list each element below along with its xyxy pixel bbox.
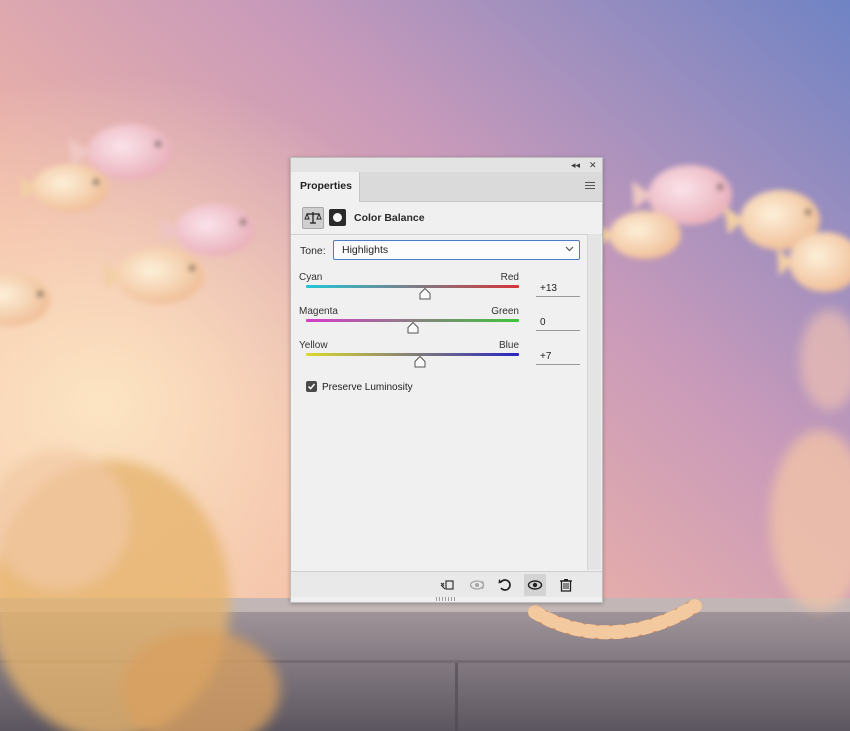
preserve-luminosity-label[interactable]: Preserve Luminosity	[322, 382, 413, 393]
panel-titlebar[interactable]: ◂◂ ✕	[291, 158, 602, 172]
slider-value-input[interactable]: +7	[536, 349, 580, 365]
properties-panel: ◂◂ ✕ Properties Color Balance Tone: High…	[290, 157, 603, 603]
toggle-visibility-button[interactable]	[524, 574, 546, 596]
slider-right-label: Blue	[498, 340, 519, 351]
yellow-blue-slider: Yellow Blue +7	[299, 340, 580, 372]
slider-value-input[interactable]: +13	[536, 281, 580, 297]
collapse-panel-button[interactable]: ◂◂	[571, 159, 580, 171]
close-panel-button[interactable]: ✕	[589, 159, 597, 171]
panel-footer	[291, 571, 602, 597]
checkmark-icon	[307, 383, 316, 390]
divider	[291, 234, 602, 235]
tone-select[interactable]: Highlights	[333, 240, 580, 260]
resize-grip[interactable]	[436, 597, 456, 601]
scale-icon[interactable]	[302, 207, 324, 229]
slider-left-label: Cyan	[299, 272, 323, 283]
view-previous-state-button[interactable]	[466, 574, 488, 596]
visibility-eye-icon	[527, 580, 543, 590]
reset-icon	[498, 579, 511, 591]
slider-right-label: Red	[500, 272, 519, 283]
chevron-down-icon	[565, 246, 574, 252]
slider-left-label: Magenta	[299, 306, 338, 317]
tone-select-value: Highlights	[342, 244, 389, 256]
slider-left-label: Yellow	[299, 340, 328, 351]
slider-thumb[interactable]	[419, 288, 431, 300]
tab-properties[interactable]: Properties	[291, 172, 360, 202]
trash-icon	[560, 579, 572, 592]
adjustment-header: Color Balance	[291, 203, 602, 233]
magenta-green-slider: Magenta Green 0	[299, 306, 580, 338]
adjustment-title: Color Balance	[354, 212, 425, 224]
slider-track[interactable]	[306, 285, 519, 288]
slider-thumb[interactable]	[414, 356, 426, 368]
layer-mask-icon[interactable]	[329, 209, 346, 226]
tab-bar: Properties	[291, 172, 602, 202]
preserve-luminosity-checkbox[interactable]	[306, 381, 317, 392]
slider-value-input[interactable]: 0	[536, 315, 580, 331]
panel-menu-icon[interactable]	[585, 182, 595, 190]
view-previous-state-icon	[469, 580, 485, 590]
clip-to-layer-icon	[440, 580, 454, 590]
tone-label: Tone:	[300, 245, 326, 257]
slider-thumb[interactable]	[407, 322, 419, 334]
slider-track[interactable]	[306, 353, 519, 356]
delete-button[interactable]	[555, 574, 577, 596]
cyan-red-slider: Cyan Red +13	[299, 272, 580, 304]
panel-scrollbar[interactable]	[587, 234, 601, 570]
clip-to-layer-button[interactable]	[436, 574, 458, 596]
reset-button[interactable]	[494, 574, 516, 596]
slider-right-label: Green	[491, 306, 519, 317]
